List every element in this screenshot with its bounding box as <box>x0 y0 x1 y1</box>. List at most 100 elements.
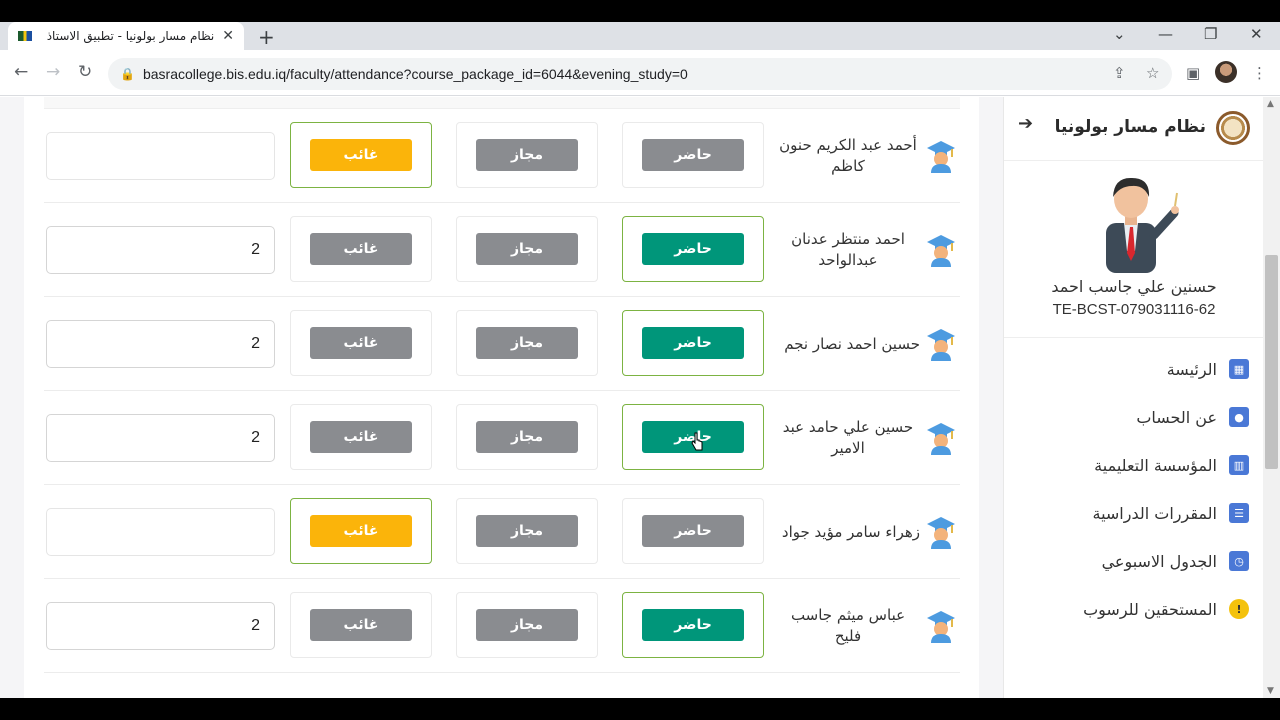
menu-kebab-icon[interactable]: ⋮ <box>1252 64 1267 82</box>
hours-input[interactable] <box>46 132 275 180</box>
menu-label: الرئيسة <box>1166 359 1217 379</box>
tab-strip: نظام مسار بولونيا - تطبيق الاستاذ ✕ + ⌄ … <box>0 22 1280 50</box>
table-row: حسين علي حامد عبد الامير حاضر مجاز غائب <box>44 391 960 485</box>
table-row: حسين احمد نصار نجم حاضر مجاز غائب <box>44 297 960 391</box>
absent-option[interactable]: غائب <box>290 592 432 658</box>
present-button[interactable]: حاضر <box>642 327 744 359</box>
reload-icon[interactable]: ↻ <box>78 62 92 82</box>
excused-button[interactable]: مجاز <box>476 515 578 547</box>
scroll-thumb[interactable] <box>1265 255 1278 469</box>
restore-icon[interactable]: ❐ <box>1204 25 1217 43</box>
present-option[interactable]: حاضر <box>622 498 764 564</box>
absent-option[interactable]: غائب <box>290 310 432 376</box>
menu-label: المقررات الدراسية <box>1092 503 1217 523</box>
present-option[interactable]: حاضر <box>622 216 764 282</box>
hours-input[interactable] <box>46 602 275 650</box>
user-id: TE-BCST-079031116-62 <box>1052 301 1216 318</box>
present-option[interactable]: حاضر <box>622 122 764 188</box>
collapse-arrow-icon[interactable]: ➔ <box>1018 113 1033 134</box>
excused-option[interactable]: مجاز <box>456 122 598 188</box>
attendance-card: أحمد عبد الكريم حنون كاظم حاضر مجاز غائب احم… <box>24 97 979 698</box>
excused-option[interactable]: مجاز <box>456 310 598 376</box>
absent-option[interactable]: غائب <box>290 216 432 282</box>
excused-button[interactable]: مجاز <box>476 327 578 359</box>
absent-option[interactable]: غائب <box>290 498 432 564</box>
present-option[interactable]: حاضر <box>622 310 764 376</box>
menu-item-account[interactable]: ● عن الحساب <box>1136 407 1249 427</box>
calendar-clock-icon: ◷ <box>1229 551 1249 571</box>
excused-button[interactable]: مجاز <box>476 421 578 453</box>
absent-button[interactable]: غائب <box>310 233 412 265</box>
hours-input[interactable] <box>46 226 275 274</box>
tab-search-icon[interactable]: ⌄ <box>1113 25 1126 43</box>
student-cell: عباس ميثم جاسب فليح <box>776 579 956 673</box>
menu-item-institution[interactable]: ▥ المؤسسة التعليمية <box>1094 455 1249 475</box>
absent-option[interactable]: غائب <box>290 122 432 188</box>
menu-label: عن الحساب <box>1136 407 1217 427</box>
page-viewport: أحمد عبد الكريم حنون كاظم حاضر مجاز غائب احم… <box>0 97 1280 698</box>
table-row: زهراء سامر مؤيد جواد حاضر مجاز غائب <box>44 485 960 579</box>
absent-option[interactable]: غائب <box>290 404 432 470</box>
student-name: حسين احمد نصار نجم <box>784 334 920 353</box>
excused-option[interactable]: مجاز <box>456 216 598 282</box>
user-name: حسنين علي جاسب احمد <box>1051 277 1217 296</box>
college-logo <box>1216 111 1250 145</box>
graduate-icon <box>926 609 956 643</box>
absent-button[interactable]: غائب <box>310 327 412 359</box>
present-button[interactable]: حاضر <box>642 515 744 547</box>
graduate-icon <box>926 139 956 173</box>
present-button[interactable]: حاضر <box>642 233 744 265</box>
excused-button[interactable]: مجاز <box>476 233 578 265</box>
menu-item-home[interactable]: ▦ الرئيسة <box>1167 359 1249 379</box>
new-tab-button[interactable]: + <box>258 25 275 49</box>
scroll-up-icon[interactable]: ▲ <box>1267 99 1274 109</box>
present-button[interactable]: حاضر <box>642 139 744 171</box>
address-bar[interactable]: 🔒 basracollege.bis.edu.iq/faculty/attend… <box>108 58 1172 90</box>
present-button[interactable]: حاضر <box>642 609 744 641</box>
excused-option[interactable]: مجاز <box>456 498 598 564</box>
warning-icon: ! <box>1229 599 1249 619</box>
side-panel-icon[interactable]: ▣ <box>1186 64 1200 82</box>
browser-tab[interactable]: نظام مسار بولونيا - تطبيق الاستاذ ✕ <box>8 22 244 50</box>
bookmark-star-icon[interactable]: ☆ <box>1146 64 1159 82</box>
browser-window: نظام مسار بولونيا - تطبيق الاستاذ ✕ + ⌄ … <box>0 22 1280 698</box>
browser-toolbar: ← → ↻ 🔒 basracollege.bis.edu.iq/faculty/… <box>0 50 1280 96</box>
close-window-icon[interactable]: ✕ <box>1250 25 1263 43</box>
share-icon[interactable]: ⇪ <box>1113 64 1126 82</box>
profile-avatar[interactable] <box>1215 61 1237 83</box>
minimize-icon[interactable]: — <box>1158 25 1173 43</box>
url-text: basracollege.bis.edu.iq/faculty/attendan… <box>142 66 688 82</box>
close-tab-icon[interactable]: ✕ <box>222 28 234 44</box>
account-icon: ● <box>1229 407 1249 427</box>
absent-button[interactable]: غائب <box>310 139 412 171</box>
back-icon[interactable]: ← <box>14 62 28 82</box>
sidebar: نظام مسار بولونيا ➔ حسنين علي جاسب احمد … <box>1003 97 1264 698</box>
absent-button[interactable]: غائب <box>310 515 412 547</box>
graduate-icon <box>926 515 956 549</box>
forward-icon[interactable]: → <box>46 62 60 82</box>
excused-option[interactable]: مجاز <box>456 404 598 470</box>
menu-item-failing-students[interactable]: ! المستحقين للرسوب <box>1083 599 1249 619</box>
menu-item-weekly-schedule[interactable]: ◷ الجدول الاسبوعي <box>1102 551 1249 571</box>
excused-button[interactable]: مجاز <box>476 139 578 171</box>
excused-button[interactable]: مجاز <box>476 609 578 641</box>
student-cell: حسين علي حامد عبد الامير <box>776 391 956 485</box>
table-row: عباس ميثم جاسب فليح حاضر مجاز غائب <box>44 579 960 673</box>
menu-item-courses[interactable]: ☰ المقررات الدراسية <box>1092 503 1249 523</box>
graduate-icon <box>926 233 956 267</box>
student-name: زهراء سامر مؤيد جواد <box>781 522 920 541</box>
absent-button[interactable]: غائب <box>310 421 412 453</box>
hours-input[interactable] <box>46 320 275 368</box>
scroll-down-icon[interactable]: ▼ <box>1267 686 1274 696</box>
student-name: عباس ميثم جاسب فليح <box>790 606 906 645</box>
excused-option[interactable]: مجاز <box>456 592 598 658</box>
student-cell: حسين احمد نصار نجم <box>776 297 956 391</box>
hours-input[interactable] <box>46 508 275 556</box>
student-cell: احمد منتظر عدنان عبدالواحد <box>776 203 956 297</box>
student-name: حسين علي حامد عبد الامير <box>782 418 914 457</box>
student-cell: أحمد عبد الكريم حنون كاظم <box>776 109 956 203</box>
absent-button[interactable]: غائب <box>310 609 412 641</box>
hours-input[interactable] <box>46 414 275 462</box>
page-scrollbar[interactable]: ▲ ▼ <box>1263 97 1280 698</box>
present-option[interactable]: حاضر <box>622 592 764 658</box>
